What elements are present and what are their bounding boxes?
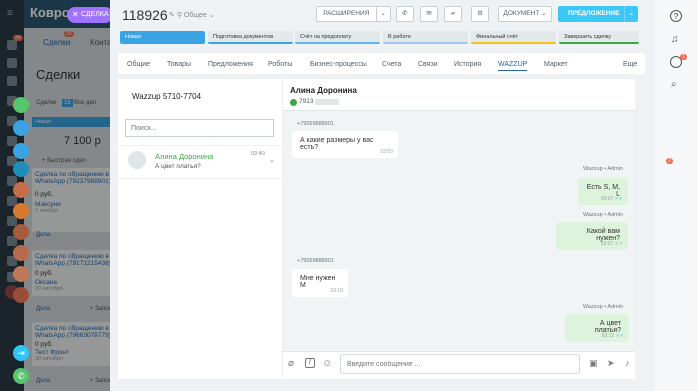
extensions-button[interactable]: РАСШИРЕНИЯ ⌄ xyxy=(316,6,391,22)
stage-in-work[interactable]: В работе xyxy=(383,31,468,44)
tab-market[interactable]: Маркет xyxy=(544,61,568,68)
contact-last-message: А цвет платья? xyxy=(155,163,201,170)
chat-avatar[interactable] xyxy=(13,120,29,136)
message-sender: +79059888901 xyxy=(297,121,334,127)
message-outgoing: Какой вам нужен? 03:07 ✓✓ xyxy=(556,222,628,250)
microphone-icon[interactable]: ♪ xyxy=(625,358,630,368)
read-check-icon: ✓✓ xyxy=(614,196,623,202)
tab-wazzup[interactable]: WAZZUP xyxy=(498,61,528,71)
tab-proposals[interactable]: Предложения xyxy=(208,61,253,68)
chat-bubble-icon: ▰ xyxy=(450,10,456,17)
tab-more[interactable]: Еще xyxy=(623,61,637,68)
contact-time: 03:40 xyxy=(251,151,265,157)
user-avatar[interactable] xyxy=(13,203,29,219)
bell-icon[interactable]: ♫ xyxy=(671,34,679,45)
stage-new[interactable]: Новая xyxy=(120,31,205,44)
close-icon[interactable]: ✕ xyxy=(72,10,79,19)
message-outgoing: А цвет платья? 03:12 ✓✓ xyxy=(565,314,629,342)
tab-products[interactable]: Товары xyxy=(167,61,191,68)
phone-masked xyxy=(315,99,339,105)
message-sender: Wazzup • Admin xyxy=(583,304,623,310)
search-input[interactable] xyxy=(125,119,274,137)
read-check-icon: ✓✓ xyxy=(615,333,624,339)
add-chat-button[interactable]: ⇥ xyxy=(13,345,29,361)
stage-docs[interactable]: Подготовка документов xyxy=(208,31,293,44)
tab-history[interactable]: История xyxy=(454,61,481,68)
send-icon[interactable]: ➤ xyxy=(607,358,615,369)
template-icon[interactable]: / xyxy=(305,358,315,368)
user-avatar[interactable] xyxy=(13,182,29,198)
chat-contact-name: Алина Доронина xyxy=(290,86,357,95)
stage-final-invoice[interactable]: Финальный счёт xyxy=(471,31,556,44)
mail-icon: ✉ xyxy=(426,10,432,17)
propose-button[interactable]: ПРЕДЛОЖЕНИЕ ⌄ xyxy=(558,6,638,22)
stage-close-deal[interactable]: Завершить сделку xyxy=(559,31,639,44)
message-outgoing: Есть S, M, L 03:07 ✓✓ xyxy=(578,178,628,205)
tab-robots[interactable]: Роботы xyxy=(268,61,292,68)
whatsapp-icon xyxy=(290,99,297,106)
chevron-down-icon[interactable]: ⌄ xyxy=(269,156,275,164)
deal-slider-label[interactable]: ✕ СДЕЛКА xyxy=(67,7,113,23)
user-avatar[interactable] xyxy=(13,287,29,303)
chat-avatar[interactable] xyxy=(13,97,29,113)
avatar xyxy=(128,151,146,169)
gear-icon: ⚙ xyxy=(477,10,483,17)
quick-reply-icon[interactable]: ▣ xyxy=(589,358,598,369)
deal-category[interactable]: ✎ ⚲ Общее ⌄ xyxy=(169,11,215,19)
user-avatar[interactable] xyxy=(13,266,29,282)
chat-avatar[interactable] xyxy=(13,143,29,159)
contact-name: Алина Доронина xyxy=(155,152,214,161)
chat-header xyxy=(283,79,635,111)
settings-button[interactable]: ⚙ xyxy=(471,6,489,22)
tab-invoices[interactable]: Счета xyxy=(382,61,401,68)
call-button[interactable]: ✆ xyxy=(396,6,414,22)
emoji-icon[interactable]: ☺ xyxy=(322,358,332,369)
document-button[interactable]: ДОКУМЕНТ ⌄ xyxy=(498,6,552,22)
message-incoming: А какие размеры у вас есть? 03:03 xyxy=(292,131,398,158)
message-sender: Wazzup • Admin xyxy=(583,166,623,172)
message-input[interactable] xyxy=(340,354,580,374)
tab-business-processes[interactable]: Бизнес-процессы xyxy=(310,61,367,68)
read-check-icon: ✓✓ xyxy=(614,241,623,247)
deal-number: 118926 xyxy=(122,7,168,23)
message-sender: Wazzup • Admin xyxy=(583,212,623,218)
email-button[interactable]: ✉ xyxy=(420,6,438,22)
tab-links[interactable]: Связи xyxy=(418,61,438,68)
notification-badge: 2 xyxy=(666,158,673,164)
chat-phone: 7913 xyxy=(299,98,314,105)
wazzup-channel: Wazzup 5710-7704 xyxy=(132,92,202,101)
search-icon[interactable]: ⌕ xyxy=(671,79,677,90)
attach-icon[interactable]: ⌀ xyxy=(288,358,294,369)
message-sender: +79059888901 xyxy=(297,258,334,264)
notification-badge: 1 xyxy=(680,54,687,60)
chat-button[interactable]: ▰ xyxy=(444,6,462,22)
user-avatar[interactable] xyxy=(13,224,29,240)
user-avatar[interactable] xyxy=(13,245,29,261)
message-incoming: Мне нужен М 03:10 xyxy=(292,269,348,297)
phone-call-button[interactable]: ✆ xyxy=(13,368,29,384)
stage-prepay[interactable]: Счёт на предоплату xyxy=(295,31,380,44)
edit-icon[interactable]: ✎ ⚲ xyxy=(169,12,184,19)
chat-avatar[interactable] xyxy=(13,161,29,177)
tab-general[interactable]: Общие xyxy=(127,61,150,68)
help-icon[interactable]: ? xyxy=(670,10,682,22)
phone-icon: ✆ xyxy=(402,10,408,17)
